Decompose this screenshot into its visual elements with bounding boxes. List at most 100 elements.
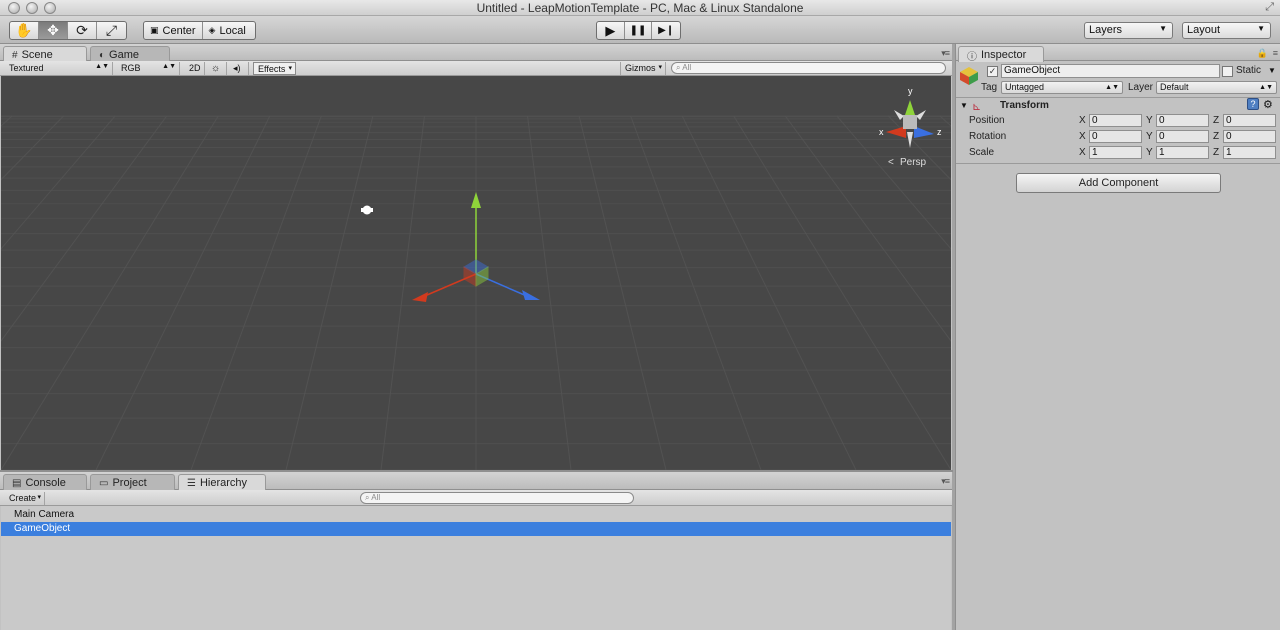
speaker-icon: ◂) — [233, 63, 241, 73]
move-gizmo — [412, 192, 540, 302]
position-y-field[interactable]: 0 — [1156, 114, 1209, 127]
create-dropdown[interactable]: Create ▾ — [5, 492, 45, 505]
tab-console[interactable]: ▤ Console — [3, 474, 87, 490]
axis-label-z: Z — [1213, 131, 1220, 142]
axis-label-y: Y — [1146, 147, 1153, 158]
hierarchy-item-label: Main Camera — [14, 509, 75, 520]
scale-x-field[interactable]: 1 — [1089, 146, 1142, 159]
pivot-mode-label: Center — [162, 24, 196, 37]
axis-label-y: Y — [1146, 131, 1153, 142]
layout-label: Layout — [1187, 24, 1221, 36]
divider — [956, 163, 1280, 164]
help-book-icon[interactable]: ? — [1247, 98, 1259, 110]
shading-mode-dropdown[interactable]: Textured ▲▼ — [5, 62, 113, 75]
active-checkbox[interactable]: ✓ — [987, 66, 998, 77]
step-button[interactable]: ▶❙ — [652, 22, 680, 39]
panel-menu-icon[interactable]: ▾≡ — [941, 476, 950, 487]
panel-menu-icon[interactable]: ▾≡ — [941, 48, 950, 59]
play-button[interactable]: ▶ — [597, 22, 625, 39]
hierarchy-item-main-camera[interactable]: Main Camera — [1, 508, 951, 522]
scale-tool-button[interactable]: ⤢ — [97, 22, 126, 39]
rotate-tool-button[interactable]: ⟳ — [68, 22, 97, 39]
axis-z-label: z — [937, 127, 942, 137]
panel-menu-icon[interactable]: ≡ — [1273, 48, 1278, 58]
gear-icon[interactable]: ⚙ — [1263, 98, 1273, 111]
inspector-panel: ⓘ Inspector 🔒 ≡ ✓ GameObject Static ▼ Ta… — [955, 44, 1280, 630]
lighting-toggle[interactable]: ☼ — [207, 62, 227, 75]
tab-hierarchy[interactable]: ☰ Hierarchy — [178, 474, 266, 490]
pivot-center-icon: ▣ — [150, 25, 159, 35]
pause-button[interactable]: ❚❚ — [625, 22, 653, 39]
pivot-mode-button[interactable]: ▣ Center — [144, 22, 203, 39]
layers-dropdown[interactable]: Layers ▼ — [1084, 22, 1173, 39]
static-label: Static — [1236, 65, 1262, 76]
sun-icon: ☼ — [211, 63, 221, 74]
scale-z-field[interactable]: 1 — [1223, 146, 1276, 159]
pivot-space-button[interactable]: ◈ Local — [203, 22, 252, 39]
dropdown-arrow-icon: ▼ — [1257, 24, 1265, 33]
rotation-z-field[interactable]: 0 — [1223, 130, 1276, 143]
play-icon: ▶ — [605, 22, 616, 38]
light-icon — [361, 205, 373, 215]
scale-x-value: 1 — [1092, 147, 1098, 158]
tab-inspector[interactable]: ⓘ Inspector — [958, 46, 1044, 63]
panel-splitter-horizontal[interactable] — [0, 470, 953, 472]
position-x-field[interactable]: 0 — [1089, 114, 1142, 127]
divider — [956, 97, 1280, 98]
tag-dropdown[interactable]: Untagged ▲▼ — [1001, 81, 1123, 94]
perspective-arrow-icon: < — [888, 157, 894, 168]
gameobject-cube-icon — [959, 66, 979, 86]
render-mode-dropdown[interactable]: RGB ▲▼ — [117, 62, 180, 75]
hierarchy-item-gameobject[interactable]: GameObject — [1, 522, 951, 536]
position-y-value: 0 — [1159, 115, 1165, 126]
dropdown-arrow-icon: ▾ — [37, 494, 41, 501]
static-checkbox[interactable] — [1222, 66, 1233, 77]
rotation-x-field[interactable]: 0 — [1089, 130, 1142, 143]
tab-project-label: Project — [112, 477, 147, 489]
move-tool-button[interactable]: ✥ — [39, 22, 68, 39]
hierarchy-search-input[interactable]: ⌕ All — [360, 492, 634, 504]
projection-label: Persp — [900, 157, 927, 168]
audio-toggle[interactable]: ◂) — [229, 62, 249, 75]
window-title: Untitled - LeapMotionTemplate - PC, Mac … — [476, 1, 804, 15]
tab-scene[interactable]: # Scene — [3, 46, 87, 62]
effects-dropdown[interactable]: Effects ▾ — [253, 62, 296, 75]
hierarchy-list: Main Camera GameObject — [1, 506, 951, 630]
2d-toggle[interactable]: 2D — [185, 62, 205, 75]
step-icon: ▶❙ — [658, 25, 675, 36]
hierarchy-controlbar: Create ▾ ⌕ All — [0, 490, 953, 506]
tab-game[interactable]: ◐ Game — [90, 46, 170, 62]
pacman-icon: ◐ — [99, 49, 106, 61]
rotate-icon: ⟳ — [76, 22, 88, 38]
layer-value: Default — [1160, 82, 1189, 92]
collapse-arrow-icon[interactable]: ▼ — [960, 101, 968, 110]
fullscreen-icon[interactable]: ⤢ — [1265, 1, 1274, 14]
axis-y-label: y — [908, 86, 913, 96]
tab-hierarchy-label: Hierarchy — [199, 477, 248, 489]
hierarchy-search-placeholder: All — [371, 493, 381, 502]
tag-label: Tag — [981, 82, 998, 93]
add-component-button[interactable]: Add Component — [1016, 173, 1221, 193]
rotation-y-field[interactable]: 0 — [1156, 130, 1209, 143]
object-name-field[interactable]: GameObject — [1001, 64, 1220, 78]
axis-label-x: X — [1079, 131, 1086, 142]
dropdown-arrow-icon: ▲▼ — [95, 63, 109, 70]
scene-search-placeholder: All — [682, 63, 692, 72]
scene-view[interactable]: y x z < Persp — [1, 76, 951, 470]
scene-search-input[interactable]: ⌕ All — [671, 62, 946, 74]
lock-icon[interactable]: 🔒 — [1257, 48, 1268, 59]
tab-project[interactable]: ▭ Project — [90, 474, 175, 490]
scene-tabstrip: # Scene ◐ Game ▾≡ — [0, 44, 953, 62]
scale-y-field[interactable]: 1 — [1156, 146, 1209, 159]
pivot-space-label: Local — [219, 24, 246, 37]
position-z-field[interactable]: 0 — [1223, 114, 1276, 127]
hand-tool-button[interactable]: ✋ — [10, 22, 39, 39]
layout-dropdown[interactable]: Layout ▼ — [1182, 22, 1271, 39]
bottom-tabstrip: ▤ Console ▭ Project ☰ Hierarchy ▾≡ — [0, 472, 953, 490]
static-dropdown-icon[interactable]: ▼ — [1268, 66, 1276, 75]
layer-dropdown[interactable]: Default ▲▼ — [1156, 81, 1277, 94]
gizmos-dropdown[interactable]: Gizmos ▾ — [620, 62, 666, 75]
dropdown-arrow-icon: ▾ — [658, 64, 662, 71]
axis-label-x: X — [1079, 147, 1086, 158]
render-mode-label: RGB — [121, 63, 141, 73]
